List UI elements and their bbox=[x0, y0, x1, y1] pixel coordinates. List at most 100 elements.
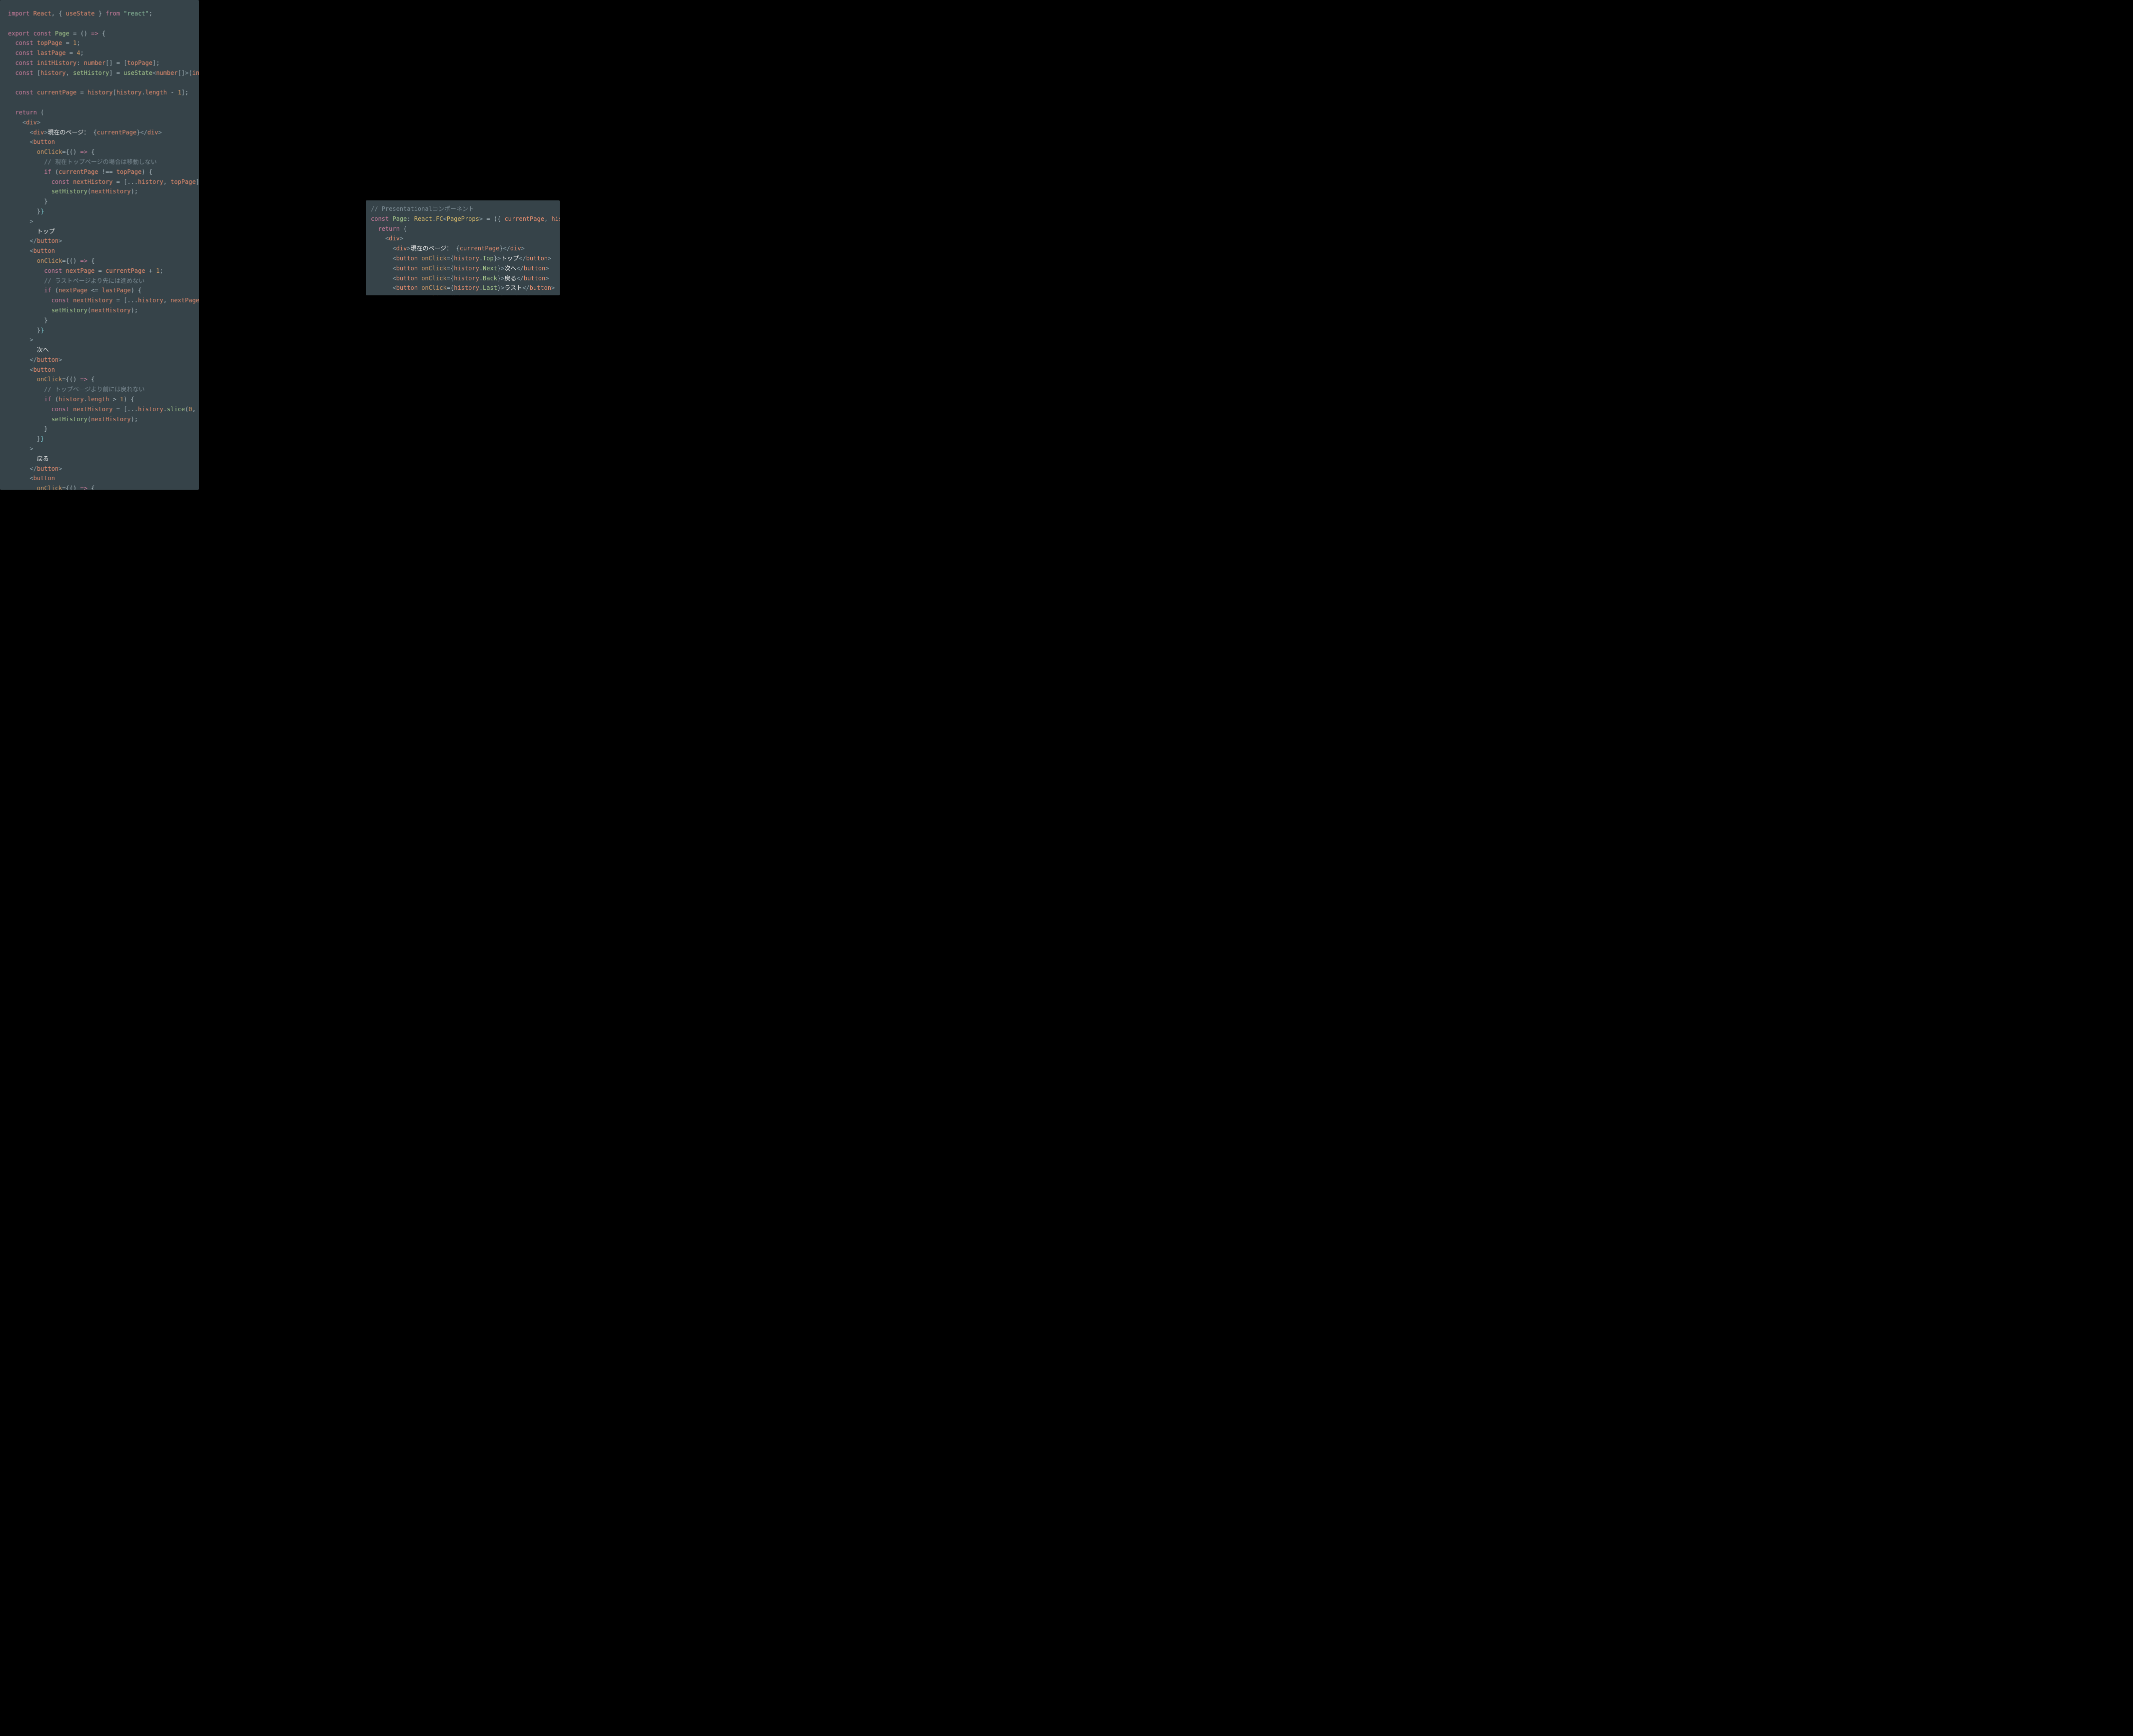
punct: > bbox=[29, 218, 33, 225]
spread: ... bbox=[127, 178, 138, 185]
punct: () bbox=[69, 376, 76, 383]
punct: { bbox=[497, 215, 501, 222]
jsx-text-next: 次へ bbox=[504, 265, 516, 272]
punct: { bbox=[91, 485, 94, 490]
punct: { bbox=[58, 10, 62, 17]
punct: } bbox=[37, 327, 40, 334]
id-history: history bbox=[551, 215, 560, 222]
punct: < bbox=[392, 275, 396, 282]
id-nexthistory: nextHistory bbox=[73, 297, 112, 304]
comment: // Presentationalコンポーネント bbox=[371, 205, 474, 212]
punct: > bbox=[58, 356, 62, 363]
kw-if: if bbox=[44, 287, 51, 294]
tag-button: button bbox=[396, 255, 418, 262]
punct: ; bbox=[76, 39, 80, 46]
punct: = bbox=[116, 406, 120, 413]
punct: ; bbox=[134, 307, 138, 314]
id-history: history bbox=[138, 406, 163, 413]
arrow: => bbox=[80, 257, 87, 264]
id-inithistory: initHistory bbox=[192, 69, 199, 76]
punct: < bbox=[392, 255, 396, 262]
id-react: React bbox=[33, 10, 51, 17]
spread: ... bbox=[127, 406, 138, 413]
kw-if: if bbox=[44, 168, 51, 175]
punct: = bbox=[116, 297, 120, 304]
id-nexthistory: nextHistory bbox=[73, 178, 112, 185]
id-currentpage: currentPage bbox=[105, 267, 145, 274]
punct: < bbox=[29, 129, 33, 136]
id-history: history bbox=[138, 178, 163, 185]
fn-next: Next bbox=[483, 265, 497, 272]
id-nexthistory: nextHistory bbox=[73, 406, 112, 413]
punct: > bbox=[58, 465, 62, 472]
punct: } bbox=[98, 10, 102, 17]
punct: ] bbox=[109, 69, 112, 76]
punct: < bbox=[29, 475, 33, 482]
punct: < bbox=[443, 215, 447, 222]
punct: } bbox=[40, 208, 44, 215]
punct: </ bbox=[519, 255, 526, 262]
punct: , bbox=[544, 215, 548, 222]
op-neq: !== bbox=[102, 168, 113, 175]
comment: // 現在トップページの場合は移動しない bbox=[44, 158, 156, 165]
id-currentpage: currentPage bbox=[504, 215, 544, 222]
punct: > bbox=[37, 119, 40, 126]
punct: { bbox=[102, 30, 105, 37]
fn-sethistory: setHistory bbox=[51, 416, 87, 423]
punct: = bbox=[69, 49, 73, 56]
punct: = bbox=[447, 275, 450, 282]
code-block-left: import React, { useState } from "react";… bbox=[8, 9, 191, 490]
id-currentpage: currentPage bbox=[460, 245, 499, 252]
attr-onclick: onClick bbox=[421, 294, 447, 295]
punct: { bbox=[138, 287, 141, 294]
jsx-text-top: トップ bbox=[37, 228, 55, 235]
tag-button: button bbox=[396, 275, 418, 282]
str-react: "react" bbox=[123, 10, 149, 17]
punct: > bbox=[158, 129, 162, 136]
type-react: React bbox=[414, 215, 432, 222]
tag-button: button bbox=[526, 255, 548, 262]
tag-button: button bbox=[396, 284, 418, 291]
fn-reset: Reset bbox=[483, 294, 501, 295]
punct: { bbox=[66, 257, 69, 264]
punct: } bbox=[44, 198, 47, 205]
punct: < bbox=[392, 284, 396, 291]
arrow: => bbox=[80, 148, 87, 155]
kw-const: const bbox=[51, 297, 69, 304]
punct: [] bbox=[178, 69, 185, 76]
id-toppage: topPage bbox=[37, 39, 62, 46]
op-le: <= bbox=[91, 287, 98, 294]
punct: </ bbox=[522, 284, 529, 291]
punct: ) bbox=[131, 188, 134, 195]
punct: ] bbox=[196, 178, 199, 185]
punct: < bbox=[29, 366, 33, 373]
kw-import: import bbox=[8, 10, 29, 17]
punct: </ bbox=[532, 294, 539, 295]
punct: () bbox=[80, 30, 87, 37]
punct: = bbox=[62, 257, 65, 264]
id-nextpage: nextPage bbox=[170, 297, 199, 304]
jsx-text-reset: リセット bbox=[508, 294, 532, 295]
punct: </ bbox=[29, 237, 36, 244]
id-toppage: topPage bbox=[127, 59, 153, 66]
tag-button: button bbox=[530, 284, 551, 291]
punct: = bbox=[116, 178, 120, 185]
attr-onclick: onClick bbox=[421, 265, 447, 272]
tag-button: button bbox=[524, 265, 545, 272]
tag-div: div bbox=[33, 129, 44, 136]
punct: ) bbox=[141, 168, 145, 175]
punct: () bbox=[69, 148, 76, 155]
tag-button: button bbox=[33, 247, 55, 254]
punct: = bbox=[62, 148, 65, 155]
punct: = bbox=[62, 485, 65, 490]
attr-onclick: onClick bbox=[37, 376, 62, 383]
tag-button: button bbox=[524, 275, 545, 282]
punct: . bbox=[479, 294, 483, 295]
punct: . bbox=[432, 215, 436, 222]
id-currentpage: currentPage bbox=[58, 168, 98, 175]
punct: ; bbox=[134, 416, 138, 423]
punct: } bbox=[44, 425, 47, 432]
punct: > bbox=[400, 235, 403, 242]
num-1: 1 bbox=[156, 267, 159, 274]
id-nexthistory: nextHistory bbox=[91, 307, 130, 314]
